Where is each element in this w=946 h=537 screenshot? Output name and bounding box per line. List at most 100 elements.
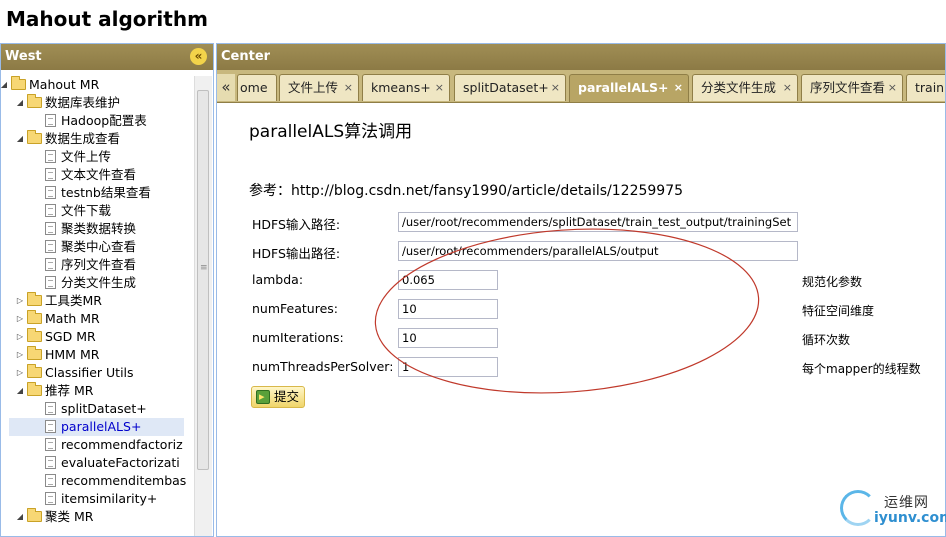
- num-features-note: 特征空间维度: [802, 304, 875, 318]
- folder-icon: [27, 346, 42, 360]
- tree-item[interactable]: Hadoop配置表: [1, 112, 194, 130]
- expanded-arrow-icon[interactable]: ◢: [15, 382, 25, 400]
- tree-item[interactable]: recommenditembas: [1, 472, 194, 490]
- collapsed-arrow-icon[interactable]: ▷: [15, 328, 25, 346]
- tree-item[interactable]: testnb结果查看: [1, 184, 194, 202]
- tab-scroll-left-icon[interactable]: «: [217, 74, 235, 101]
- expanded-arrow-icon[interactable]: ◢: [15, 94, 25, 112]
- west-panel-header: West «: [1, 44, 213, 70]
- tree-folder[interactable]: ◢ Mahout MR: [1, 76, 194, 94]
- tree-item[interactable]: 分类文件生成: [1, 274, 194, 292]
- tab-bar: « ome 文件上传 × kmeans+ × splitDataset+ × parallel…: [217, 70, 945, 103]
- input-path-label: HDFS输入路径:: [252, 217, 341, 232]
- tree-item[interactable]: splitDataset+: [1, 400, 194, 418]
- tab[interactable]: splitDataset+ ×: [454, 74, 566, 101]
- tab[interactable]: parallelALS+ ×: [569, 74, 689, 102]
- num-features-label: numFeatures:: [252, 301, 338, 316]
- tree-item[interactable]: recommendfactoriz: [1, 436, 194, 454]
- scrollbar-thumb[interactable]: ≡: [197, 90, 209, 470]
- tree-item-label: 数据库表维护: [45, 95, 121, 110]
- tab-close-icon[interactable]: ×: [674, 75, 683, 101]
- tab[interactable]: ome: [237, 74, 277, 101]
- tree-item-label: 工具类MR: [45, 293, 102, 308]
- tree-folder[interactable]: ▷ SGD MR: [1, 328, 194, 346]
- collapsed-arrow-icon[interactable]: ▷: [15, 346, 25, 364]
- tab[interactable]: trainn: [906, 74, 945, 101]
- num-iterations-label: numIterations:: [252, 330, 344, 345]
- document-icon: [45, 168, 56, 181]
- collapse-panel-icon[interactable]: «: [190, 48, 207, 65]
- document-icon: [45, 240, 56, 253]
- tab-close-icon[interactable]: ×: [435, 75, 444, 101]
- tree-item[interactable]: parallelALS+: [1, 418, 194, 436]
- document-icon: [45, 222, 56, 235]
- expanded-arrow-icon[interactable]: ◢: [1, 76, 9, 94]
- submit-button[interactable]: 提交: [251, 386, 305, 408]
- lambda-note: 规范化参数: [802, 275, 863, 289]
- tab-close-icon[interactable]: ×: [344, 75, 353, 101]
- collapsed-arrow-icon[interactable]: ▷: [15, 310, 25, 328]
- num-threads-label: numThreadsPerSolver:: [252, 359, 394, 374]
- tree-folder[interactable]: ◢ 推荐 MR: [1, 382, 194, 400]
- tree-item[interactable]: 文件上传: [1, 148, 194, 166]
- center-panel: Center « ome 文件上传 × kmeans+ × splitDataset+ × p…: [216, 43, 946, 537]
- tree-item-label: 文件上传: [61, 149, 112, 164]
- tree-folder[interactable]: ◢ 数据生成查看: [1, 130, 194, 148]
- tree-folder[interactable]: ▷ 工具类MR: [1, 292, 194, 310]
- tree-item[interactable]: itemsimilarity+: [1, 490, 194, 508]
- page-content: parallelALS算法调用 参考：http://blog.csdn.net/…: [217, 103, 945, 536]
- num-threads-field[interactable]: [398, 357, 498, 377]
- tree-item[interactable]: 聚类中心查看: [1, 238, 194, 256]
- document-icon: [45, 150, 56, 163]
- tree-folder[interactable]: ▷ HMM MR: [1, 346, 194, 364]
- tab-label: splitDataset+: [463, 80, 549, 95]
- document-icon: [45, 420, 56, 433]
- expanded-arrow-icon[interactable]: ◢: [15, 508, 25, 526]
- tree-folder[interactable]: ▷ Math MR: [1, 310, 194, 328]
- num-iterations-field[interactable]: [398, 328, 498, 348]
- collapsed-arrow-icon[interactable]: ▷: [15, 292, 25, 310]
- tab[interactable]: 文件上传 ×: [279, 74, 359, 101]
- folder-icon: [27, 130, 42, 144]
- tree-scrollbar[interactable]: ≡: [194, 76, 212, 536]
- document-icon: [45, 276, 56, 289]
- tab-label: ome: [240, 80, 268, 95]
- tree-item-label: 文件下载: [61, 203, 112, 218]
- tab[interactable]: kmeans+ ×: [362, 74, 450, 101]
- tree-item-label: Mahout MR: [29, 77, 100, 92]
- tab-label: trainn: [915, 80, 945, 95]
- tree-folder[interactable]: ◢ 数据库表维护: [1, 94, 194, 112]
- watermark-top-text: 运维网: [884, 495, 929, 511]
- tree-item-label: SGD MR: [45, 329, 96, 344]
- output-path-field[interactable]: [398, 241, 798, 261]
- tree-item-label: Hadoop配置表: [61, 113, 147, 128]
- tree-item-label: 聚类 MR: [45, 509, 94, 524]
- num-features-field[interactable]: [398, 299, 498, 319]
- lambda-field[interactable]: [398, 270, 498, 290]
- tab-close-icon[interactable]: ×: [888, 75, 897, 101]
- tree-folder[interactable]: ◢ 聚类 MR: [1, 508, 194, 526]
- expanded-arrow-icon[interactable]: ◢: [15, 130, 25, 148]
- tree-item-label: 聚类数据转换: [61, 221, 137, 236]
- tab[interactable]: 序列文件查看 ×: [801, 74, 903, 101]
- tab-label: parallelALS+: [578, 80, 669, 95]
- collapsed-arrow-icon[interactable]: ▷: [15, 364, 25, 382]
- reference-link[interactable]: 参考：http://blog.csdn.net/fansy1990/articl…: [249, 180, 683, 200]
- tab[interactable]: 分类文件生成 ×: [692, 74, 798, 101]
- watermark-logo: 运维网 iyunv.com: [840, 488, 946, 534]
- tree-item-label: HMM MR: [45, 347, 100, 362]
- tree-item[interactable]: 文本文件查看: [1, 166, 194, 184]
- tab-close-icon[interactable]: ×: [783, 75, 792, 101]
- input-path-field[interactable]: [398, 212, 798, 232]
- tree-folder[interactable]: ▷ Classifier Utils: [1, 364, 194, 382]
- tree-item[interactable]: 聚类数据转换: [1, 220, 194, 238]
- center-panel-title: Center: [221, 49, 271, 64]
- folder-icon: [27, 508, 42, 522]
- tree-item[interactable]: evaluateFactorizati: [1, 454, 194, 472]
- tree-item-label: Math MR: [45, 311, 100, 326]
- tree-item[interactable]: 文件下载: [1, 202, 194, 220]
- tab-close-icon[interactable]: ×: [551, 75, 560, 101]
- document-icon: [45, 438, 56, 451]
- tree-item-label: Classifier Utils: [45, 365, 134, 380]
- tree-item[interactable]: 序列文件查看: [1, 256, 194, 274]
